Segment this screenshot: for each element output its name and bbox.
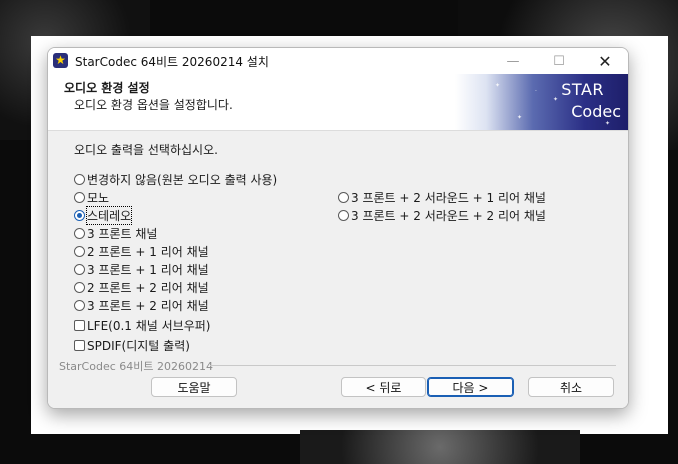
minimize-button[interactable]: —	[490, 48, 536, 74]
cancel-button[interactable]: 취소	[528, 377, 614, 397]
checkbox[interactable]	[74, 339, 85, 351]
radio-option-3f1r[interactable]: 3 프론트 + 1 리어 채널	[74, 261, 209, 277]
back-button[interactable]: < 뒤로	[341, 377, 426, 397]
radio-button[interactable]	[74, 281, 85, 293]
radio-label: 스테레오	[85, 205, 133, 225]
radio-option-2f2r[interactable]: 2 프론트 + 2 리어 채널	[74, 279, 209, 295]
radio-button-selected[interactable]	[74, 209, 85, 221]
next-button[interactable]: 다음 >	[427, 377, 514, 397]
wizard-header: 오디오 환경 설정 오디오 환경 옵션을 설정합니다. ✦ ✦ ✦ ✦ · ST…	[48, 74, 628, 131]
title-bar[interactable]: ★ StarCodec 64비트 20260214 설치 — ☐ ✕	[48, 48, 628, 74]
footer-brand-text: StarCodec 64비트 20260214	[59, 360, 213, 373]
checkbox-spdif[interactable]: SPDIF(디지털 출력)	[74, 337, 190, 353]
radio-option-3f2s2r[interactable]: 3 프론트 + 2 서라운드 + 2 리어 채널	[338, 207, 546, 223]
help-button[interactable]: 도움말	[151, 377, 237, 397]
radio-button[interactable]	[338, 209, 349, 221]
audio-output-prompt: 오디오 출력을 선택하십시오.	[74, 143, 218, 157]
background-photo-area	[300, 430, 580, 464]
radio-button[interactable]	[338, 191, 349, 203]
banner-text-codec: Codec	[571, 102, 621, 121]
radio-button[interactable]	[74, 227, 85, 239]
checkbox[interactable]	[74, 319, 85, 331]
page-title: 오디오 환경 설정	[64, 81, 150, 95]
installer-window: ★ StarCodec 64비트 20260214 설치 — ☐ ✕ 오디오 환…	[47, 47, 629, 409]
radio-label: 3 프론트 + 2 서라운드 + 2 리어 채널	[351, 208, 546, 223]
footer-divider	[210, 365, 616, 366]
page-subtitle: 오디오 환경 옵션을 설정합니다.	[74, 98, 233, 112]
radio-label: 3 프론트 채널	[87, 226, 158, 241]
radio-label: 3 프론트 + 1 리어 채널	[87, 262, 209, 277]
radio-option-3-front[interactable]: 3 프론트 채널	[74, 225, 157, 241]
window-title: StarCodec 64비트 20260214 설치	[75, 55, 269, 69]
radio-button[interactable]	[74, 299, 85, 311]
radio-option-2f1r[interactable]: 2 프론트 + 1 리어 채널	[74, 243, 209, 259]
radio-button[interactable]	[74, 173, 85, 185]
radio-button[interactable]	[74, 263, 85, 275]
radio-label: 2 프론트 + 1 리어 채널	[87, 244, 209, 259]
radio-option-no-change[interactable]: 변경하지 않음(원본 오디오 출력 사용)	[74, 171, 277, 187]
checkbox-label: LFE(0.1 채널 서브우퍼)	[87, 318, 211, 333]
radio-option-stereo[interactable]: 스테레오	[74, 205, 133, 225]
radio-option-mono[interactable]: 모노	[74, 189, 109, 205]
radio-button[interactable]	[74, 245, 85, 257]
radio-option-3f2s1r[interactable]: 3 프론트 + 2 서라운드 + 1 리어 채널	[338, 189, 546, 205]
star-app-icon: ★	[53, 53, 68, 68]
checkbox-label: SPDIF(디지털 출력)	[87, 338, 190, 353]
radio-button[interactable]	[74, 191, 85, 203]
radio-label: 변경하지 않음(원본 오디오 출력 사용)	[87, 172, 278, 187]
banner-text-star: STAR	[561, 80, 604, 99]
radio-option-3f2r[interactable]: 3 프론트 + 2 리어 채널	[74, 297, 209, 313]
maximize-button[interactable]: ☐	[536, 48, 582, 74]
radio-label: 3 프론트 + 2 리어 채널	[87, 298, 209, 313]
checkbox-lfe[interactable]: LFE(0.1 채널 서브우퍼)	[74, 317, 211, 333]
close-button[interactable]: ✕	[582, 48, 628, 74]
starcodec-banner: ✦ ✦ ✦ ✦ · STAR Codec	[455, 74, 628, 130]
wizard-body: 오디오 출력을 선택하십시오. 변경하지 않음(원본 오디오 출력 사용) 모노…	[48, 131, 628, 408]
radio-label: 2 프론트 + 2 리어 채널	[87, 280, 209, 295]
radio-label: 3 프론트 + 2 서라운드 + 1 리어 채널	[351, 190, 546, 205]
radio-label: 모노	[87, 190, 110, 205]
